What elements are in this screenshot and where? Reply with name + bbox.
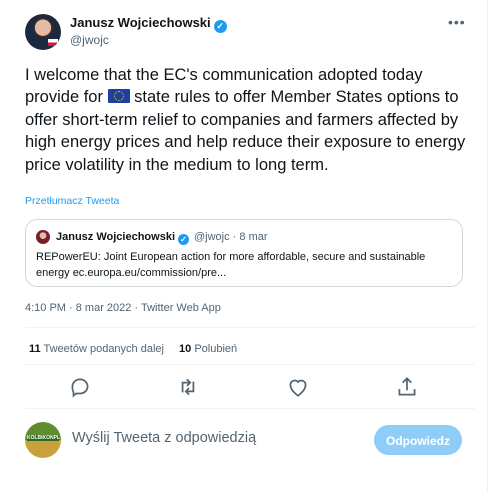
- tweet-actions: [25, 374, 475, 400]
- quoted-verified-icon: ✓: [178, 234, 190, 245]
- author-avatar[interactable]: [25, 14, 61, 50]
- reply-icon[interactable]: [67, 374, 93, 400]
- quoted-author-name-text: Janusz Wojciechowski: [56, 231, 176, 243]
- more-options-icon[interactable]: •••: [448, 14, 466, 30]
- tweet-body: I welcome that the EC's communication ad…: [25, 64, 475, 176]
- tweet-panel: Janusz Wojciechowski ✓ @jwojc ••• I welco…: [0, 0, 488, 492]
- divider: [25, 408, 475, 409]
- retweets-count: 11: [29, 343, 41, 355]
- quoted-handle-date: @jwojc · 8 mar: [194, 231, 268, 243]
- reply-button[interactable]: Odpowiedz: [374, 425, 462, 455]
- author-name-text[interactable]: Janusz Wojciechowski: [70, 15, 211, 30]
- eu-flag-icon: [107, 89, 130, 104]
- likes-label: Polubień: [194, 343, 238, 355]
- retweets-label: Tweetów podanych dalej: [43, 343, 164, 355]
- like-icon[interactable]: [285, 374, 311, 400]
- user-avatar-logo-text: KOLBIKONPL: [27, 435, 61, 441]
- quoted-author-name: Janusz Wojciechowski ✓: [56, 231, 190, 245]
- share-icon[interactable]: [394, 374, 420, 400]
- divider: [25, 364, 475, 365]
- quoted-tweet-text: REPowerEU: Joint European action for mor…: [36, 251, 426, 279]
- user-avatar[interactable]: KOLBIKONPL: [25, 422, 61, 458]
- reply-input[interactable]: Wyślij Tweeta z odpowiedzią: [72, 430, 256, 446]
- verified-icon: ✓: [213, 20, 227, 33]
- retweet-icon[interactable]: [175, 374, 201, 400]
- author-handle[interactable]: @jwojc: [70, 33, 109, 47]
- translate-tweet-link[interactable]: Przetłumacz Tweeta: [25, 195, 119, 207]
- likes-count: 10: [179, 343, 192, 355]
- poland-flag-badge: [48, 39, 58, 46]
- divider: [25, 327, 475, 328]
- quoted-tweet[interactable]: Janusz Wojciechowski ✓ @jwojc · 8 mar REP…: [25, 219, 463, 287]
- tweet-timestamp[interactable]: 4:10 PM · 8 mar 2022 · Twitter Web App: [25, 302, 221, 314]
- retweets-stat[interactable]: 11 Tweetów podanych dalej: [29, 343, 164, 355]
- tweet-stats: 11 Tweetów podanych dalej 10 Polubień: [29, 343, 237, 355]
- author-name[interactable]: Janusz Wojciechowski ✓: [70, 15, 227, 33]
- quoted-author-avatar: [36, 230, 50, 244]
- likes-stat[interactable]: 10 Polubień: [179, 343, 237, 355]
